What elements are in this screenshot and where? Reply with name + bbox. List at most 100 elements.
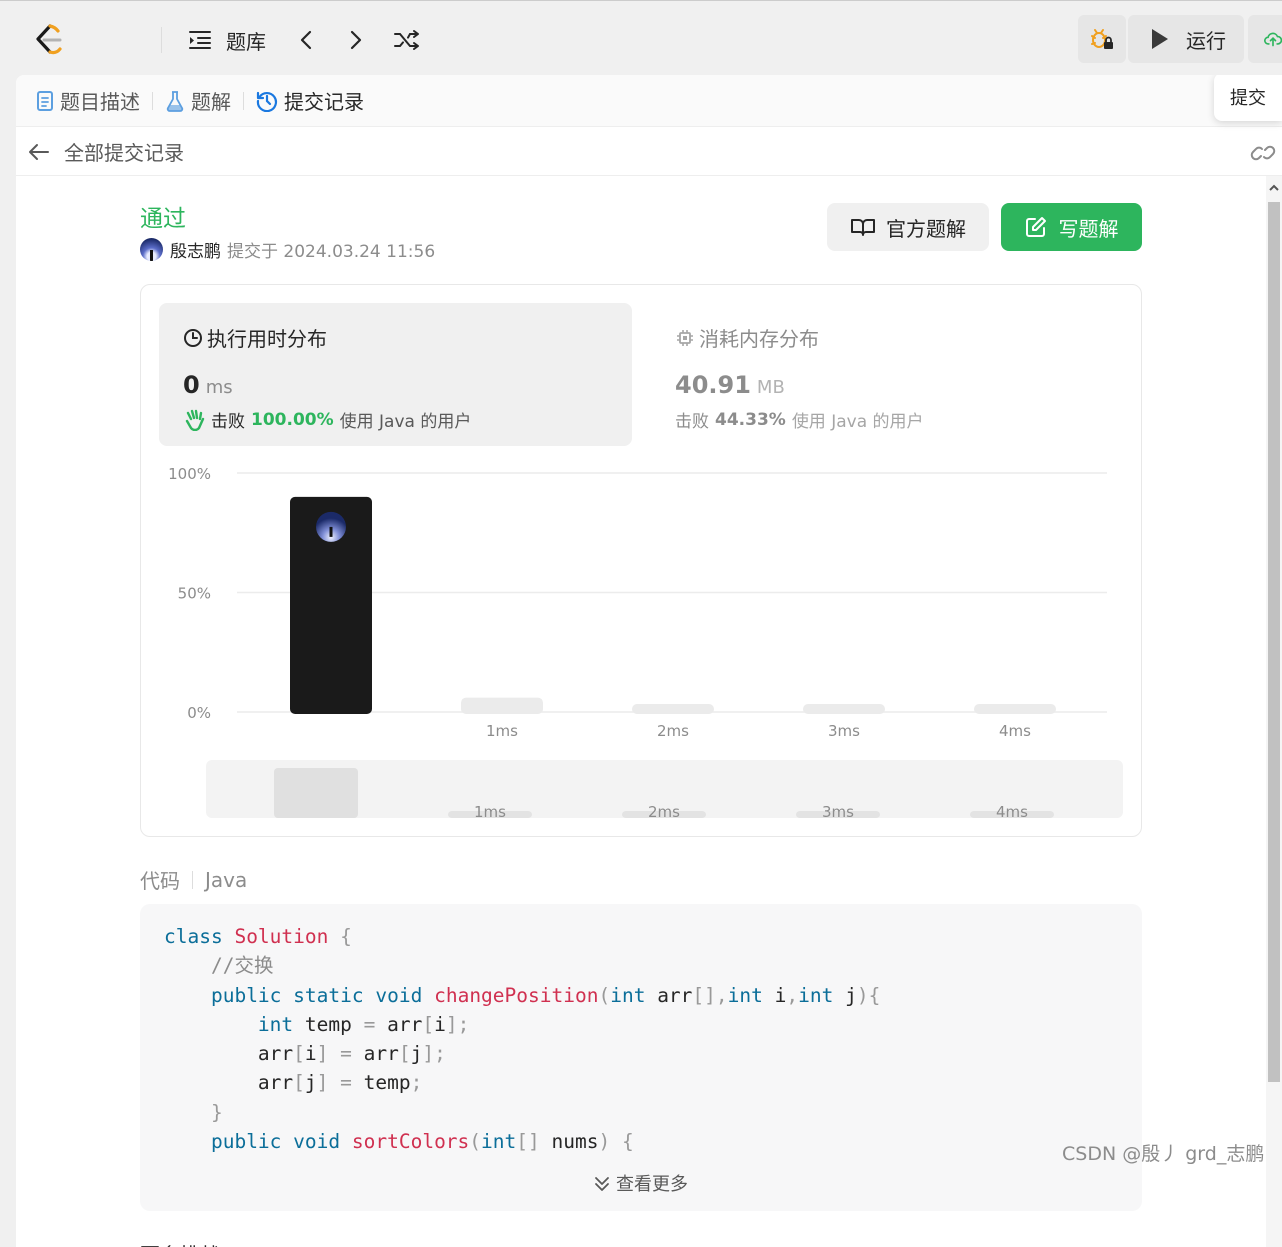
code-header: 代码 Java [140, 865, 247, 894]
memory-value-row: 40.91 MB [675, 371, 785, 399]
chevron-left-icon [300, 30, 312, 50]
leetcode-logo-icon[interactable] [30, 23, 66, 57]
memory-value: 40.91 [675, 371, 751, 399]
overview-tick-label: 2ms [648, 803, 680, 821]
clap-icon [185, 409, 205, 431]
code-line: arr[i] = arr[j]; [164, 1042, 446, 1066]
y-tick-label: 50% [178, 585, 211, 603]
tab-label: 题解 [191, 90, 231, 114]
runtime-beat-suffix: 使用 Java 的用户 [339, 412, 472, 432]
back-row: 全部提交记录 [16, 128, 1282, 176]
code-label: 代码 [140, 869, 180, 893]
edit-icon [1025, 217, 1046, 237]
next-problem-button[interactable] [346, 23, 366, 57]
problem-bank-button[interactable]: 题库 [188, 23, 266, 57]
scrollbar[interactable] [1266, 176, 1282, 1247]
flask-icon [166, 90, 184, 112]
x-tick-label: 2ms [657, 722, 689, 740]
document-icon [37, 90, 53, 111]
clock-icon [184, 328, 202, 347]
overview-tick-label: 1ms [474, 803, 506, 821]
submit-label: 提交 [1230, 88, 1266, 109]
code-line: arr[j] = temp; [164, 1071, 423, 1095]
write-solution-button[interactable]: 写题解 [1001, 203, 1142, 251]
y-tick-label: 0% [187, 704, 211, 722]
code-line: public static void changePosition(int ar… [210, 983, 881, 1007]
runtime-distribution-chart[interactable]: 100% 50% 0% 1ms 2ms 3ms 4ms 1ms 2ms 3ms 4ms [141, 455, 1141, 835]
runtime-beat-row: 击败 100.00% 使用 Java 的用户 [183, 407, 471, 432]
submission-panel: 题目描述 题解 提交记录 提交 全部提交记录 通过 殷志鹏 提交于 2024.0… [16, 75, 1282, 1247]
list-icon [189, 31, 211, 49]
submitted-time: 提交于 2024.03.24 11:56 [227, 241, 436, 262]
submit-tooltip-button[interactable]: 提交 [1214, 75, 1282, 121]
official-solution-button[interactable]: 官方题解 [827, 203, 989, 251]
runtime-beat-prefix: 击败 [211, 412, 245, 432]
view-more-label: 查看更多 [616, 1173, 688, 1195]
memory-title: 消耗内存分布 [675, 323, 819, 352]
view-more-button[interactable]: 查看更多 [140, 1170, 1142, 1199]
divider [192, 870, 193, 889]
code-line: //交换 [210, 954, 274, 978]
runtime-value: 0 [183, 371, 200, 399]
scrollbar-thumb[interactable] [1268, 202, 1280, 1082]
bug-lock-icon [1091, 29, 1113, 49]
code-line: } [210, 1100, 223, 1124]
bar [974, 704, 1056, 714]
runtime-panel[interactable]: 执行用时分布 0 ms 击败 100.00% 使用 Java 的用户 [159, 303, 632, 446]
scroll-up-icon[interactable] [1266, 180, 1282, 196]
runtime-unit: ms [205, 377, 233, 398]
x-tick-label: 1ms [486, 722, 518, 740]
avatar[interactable] [140, 237, 163, 261]
runtime-title: 执行用时分布 [183, 323, 327, 352]
bar-avatar [316, 511, 346, 542]
top-bar: 题库 运行 [0, 0, 1282, 75]
memory-unit: MB [756, 377, 785, 398]
link-icon[interactable] [1250, 142, 1276, 164]
chevron-right-icon [350, 30, 362, 50]
random-problem-button[interactable] [393, 23, 421, 57]
code-line: int temp = arr[i]; [257, 1012, 470, 1036]
runtime-beat-pct: 100.00% [251, 409, 334, 430]
submit-button[interactable] [1248, 15, 1282, 63]
divider [161, 27, 162, 53]
memory-beat-row: 击败 44.33% 使用 Java 的用户 [675, 407, 924, 433]
debug-button[interactable] [1078, 15, 1126, 63]
play-icon [1152, 29, 1168, 49]
memory-panel[interactable]: 消耗内存分布 40.91 MB 击败 44.33% 使用 Java 的用户 [655, 303, 1125, 446]
tab-label: 题目描述 [60, 90, 140, 114]
code-block[interactable]: class Solution { //交换 public static void… [140, 904, 1142, 1211]
overview-bar [274, 768, 358, 818]
problem-bank-label: 题库 [226, 29, 266, 54]
shuffle-icon [394, 30, 419, 50]
tab-submissions[interactable]: 提交记录 [256, 86, 364, 115]
tab-divider [152, 91, 153, 110]
write-solution-label: 写题解 [1058, 216, 1119, 241]
bar [803, 704, 885, 714]
memory-beat-pct: 44.33% [715, 409, 786, 430]
run-button[interactable]: 运行 [1128, 15, 1244, 63]
memory-title-text: 消耗内存分布 [699, 327, 819, 351]
official-solution-label: 官方题解 [886, 216, 966, 241]
overview-tick-label: 4ms [996, 803, 1028, 821]
tab-solutions[interactable]: 题解 [165, 86, 231, 115]
code-line: class Solution { [164, 925, 352, 948]
author-name[interactable]: 殷志鹏 [170, 237, 221, 262]
stats-card: 执行用时分布 0 ms 击败 100.00% 使用 Java 的用户 消耗内存分… [140, 284, 1142, 837]
arrow-left-icon[interactable] [28, 142, 50, 162]
tab-description[interactable]: 题目描述 [36, 86, 140, 115]
y-tick-label: 100% [168, 465, 211, 483]
history-icon [256, 91, 278, 112]
prev-problem-button[interactable] [296, 23, 316, 57]
author-row: 殷志鹏 提交于 2024.03.24 11:56 [140, 236, 435, 262]
code-line: public void sortColors(int[] nums) { [210, 1130, 634, 1154]
x-tick-label: 4ms [999, 722, 1031, 740]
tab-divider [243, 91, 244, 110]
tab-label: 提交记录 [284, 90, 364, 114]
code-language: Java [205, 867, 248, 892]
watermark: CSDN @殷丿 grd_志鹏 [1062, 1143, 1265, 1165]
bar [632, 704, 714, 714]
run-label: 运行 [1186, 28, 1226, 53]
all-submissions-link[interactable]: 全部提交记录 [64, 137, 184, 166]
runtime-title-text: 执行用时分布 [207, 327, 327, 351]
bar [461, 697, 543, 714]
